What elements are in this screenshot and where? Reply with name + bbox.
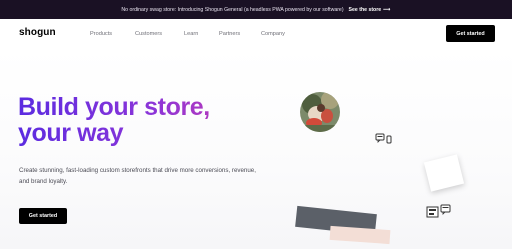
shogun-logo[interactable]: shogun [19, 27, 56, 38]
hero-headline: Build your store, your way [18, 94, 318, 146]
hero-headline-line2: your way [18, 119, 124, 147]
nav-item-partners[interactable]: Partners [219, 31, 240, 37]
hero-subtitle: Create stunning, fast-loading custom sto… [19, 167, 256, 185]
nav-get-started-button[interactable]: Get started [446, 25, 495, 42]
announcement-bar: No ordinary swag store: Introducing Shog… [0, 0, 512, 19]
nav-item-company[interactable]: Company [261, 31, 285, 37]
arrow-right-icon: ⟶ [383, 6, 391, 13]
chat-bubbles-icon [375, 132, 393, 144]
see-the-store-link[interactable]: See the store ⟶ [349, 7, 391, 13]
top-navigation: shogun Products Customers Learn Partners… [0, 19, 512, 48]
hero-photo [300, 92, 340, 132]
nav-item-learn[interactable]: Learn [184, 31, 198, 37]
announcement-message: No ordinary swag store: Introducing Shog… [121, 6, 344, 13]
hero-headline-line1: Build your store, [18, 93, 210, 121]
nav-item-customers[interactable]: Customers [135, 31, 162, 37]
nav-item-products[interactable]: Products [90, 31, 112, 37]
frame-icons-icon [426, 204, 452, 219]
hero-get-started-button[interactable]: Get started [19, 208, 67, 224]
see-the-store-label: See the store [348, 6, 382, 13]
